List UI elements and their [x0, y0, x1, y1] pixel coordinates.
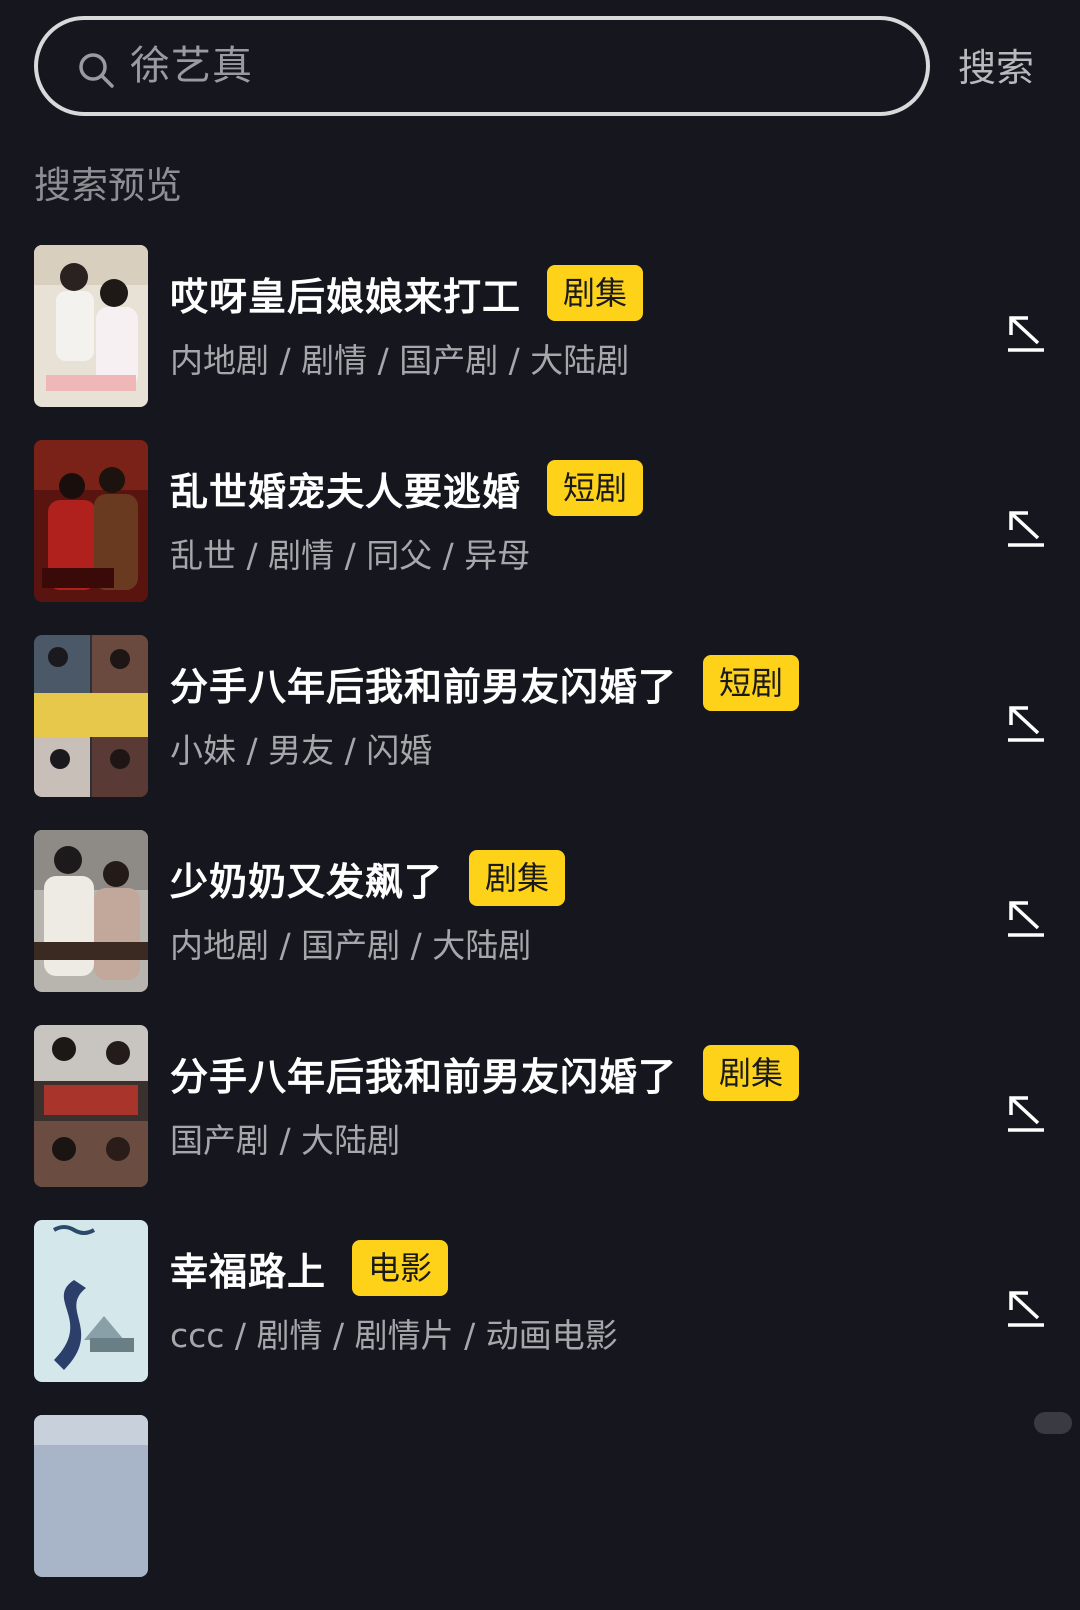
poster-thumbnail — [34, 440, 148, 602]
category-badge: 剧集 — [547, 265, 644, 321]
category-badge: 电影 — [352, 1240, 449, 1296]
item-title: 幸福路上 — [170, 1249, 327, 1294]
poster-thumbnail — [34, 1220, 148, 1382]
section-title: 搜索预览 — [34, 164, 182, 207]
poster-thumbnail — [34, 1415, 148, 1577]
arrow-up-left-icon[interactable] — [1004, 896, 1048, 940]
result-item[interactable]: 哎呀皇后娘娘来打工 剧集 内地剧 / 剧情 / 国产剧 / 大陆剧 — [0, 245, 1080, 440]
item-tags: 小妹 / 男友 / 闪婚 — [170, 731, 433, 770]
arrow-up-left-icon[interactable] — [1004, 701, 1048, 745]
arrow-up-left-icon[interactable] — [1004, 311, 1048, 355]
poster-thumbnail — [34, 635, 148, 797]
category-badge: 短剧 — [703, 655, 800, 711]
result-item-partial[interactable] — [0, 1415, 1080, 1610]
item-title: 少奶奶又发飙了 — [170, 859, 444, 904]
arrow-up-left-icon[interactable] — [1004, 1091, 1048, 1135]
item-tags: 乱世 / 剧情 / 同父 / 异母 — [170, 536, 531, 575]
category-badge: 短剧 — [547, 460, 644, 516]
result-item[interactable]: 分手八年后我和前男友闪婚了 短剧 小妹 / 男友 / 闪婚 — [0, 635, 1080, 830]
search-input[interactable]: 徐艺真 — [130, 20, 253, 112]
item-title: 乱世婚宠夫人要逃婚 — [170, 469, 522, 514]
poster-thumbnail — [34, 1025, 148, 1187]
item-tags: 内地剧 / 剧情 / 国产剧 / 大陆剧 — [170, 341, 630, 380]
result-item[interactable]: 幸福路上 电影 ccc / 剧情 / 剧情片 / 动画电影 — [0, 1220, 1080, 1415]
result-item[interactable]: 少奶奶又发飙了 剧集 内地剧 / 国产剧 / 大陆剧 — [0, 830, 1080, 1025]
watermark — [1034, 1412, 1072, 1434]
search-icon — [79, 53, 114, 88]
poster-thumbnail — [34, 245, 148, 407]
arrow-up-left-icon[interactable] — [1004, 506, 1048, 550]
result-list: 哎呀皇后娘娘来打工 剧集 内地剧 / 剧情 / 国产剧 / 大陆剧 乱世婚宠夫人… — [0, 245, 1080, 1610]
result-item[interactable]: 乱世婚宠夫人要逃婚 短剧 乱世 / 剧情 / 同父 / 异母 — [0, 440, 1080, 635]
arrow-up-left-icon[interactable] — [1004, 1286, 1048, 1330]
search-bar[interactable]: 徐艺真 — [34, 16, 930, 116]
category-badge: 剧集 — [703, 1045, 800, 1101]
item-title: 分手八年后我和前男友闪婚了 — [170, 664, 678, 709]
search-button[interactable]: 搜索 — [958, 42, 1034, 94]
poster-thumbnail — [34, 830, 148, 992]
item-title: 分手八年后我和前男友闪婚了 — [170, 1054, 678, 1099]
category-badge: 剧集 — [469, 850, 566, 906]
item-tags: ccc / 剧情 / 剧情片 / 动画电影 — [170, 1316, 618, 1355]
item-tags: 内地剧 / 国产剧 / 大陆剧 — [170, 926, 532, 965]
item-tags: 国产剧 / 大陆剧 — [170, 1121, 401, 1160]
item-title: 哎呀皇后娘娘来打工 — [170, 274, 522, 319]
result-item[interactable]: 分手八年后我和前男友闪婚了 剧集 国产剧 / 大陆剧 — [0, 1025, 1080, 1220]
